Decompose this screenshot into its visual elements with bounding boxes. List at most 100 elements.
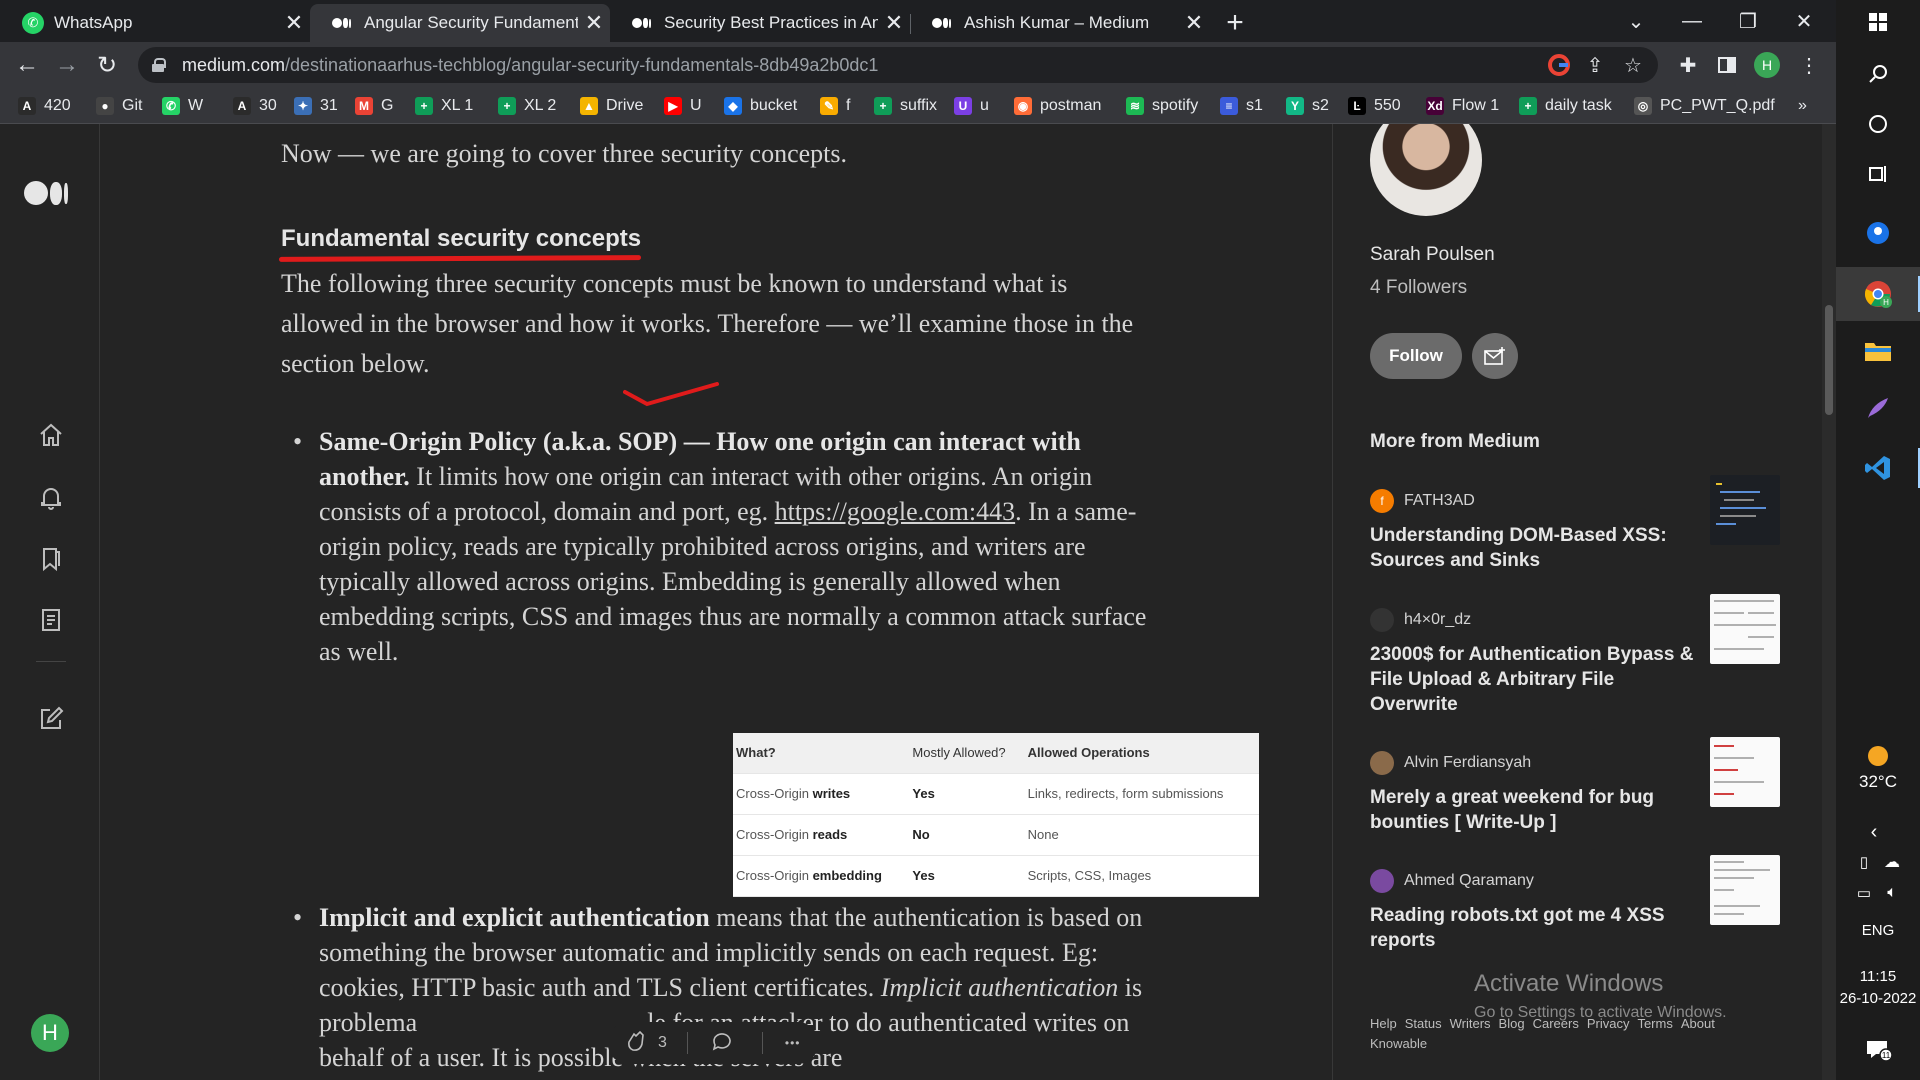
recommendation-item[interactable]: f FATH3AD Understanding DOM-Based XSS: So… (1370, 475, 1780, 573)
profile-avatar[interactable]: H (1752, 50, 1782, 80)
bookmark-item[interactable]: ✎ f (820, 95, 850, 117)
rec-thumbnail[interactable] (1710, 737, 1780, 807)
bookmark-item[interactable]: MG (355, 95, 393, 117)
tab-angular-security[interactable]: Angular Security Fundamentals. T ✕ (310, 4, 610, 42)
bookmark-item[interactable]: ● Git (96, 95, 142, 117)
rec-title[interactable]: Merely a great weekend for bug bounties … (1370, 785, 1700, 835)
rec-author-name[interactable]: Ahmed Qaramany (1404, 872, 1534, 890)
notifications-bell-icon[interactable] (36, 482, 66, 512)
footer-link[interactable]: Help (1370, 1016, 1397, 1031)
footer-link[interactable]: Knowable (1370, 1036, 1427, 1051)
bookmark-item[interactable]: ✦ 31 (294, 95, 338, 117)
back-button[interactable]: ← (10, 48, 44, 82)
bookmark-item[interactable]: ▲ Drive (580, 95, 643, 117)
menu-kebab-icon[interactable]: ⋮ (1794, 50, 1824, 80)
page-scrollbar[interactable] (1822, 124, 1836, 1080)
bookmark-item[interactable]: ≋ spotify (1126, 95, 1198, 117)
share-icon[interactable]: ⇪ (1582, 52, 1608, 78)
rec-thumbnail[interactable] (1710, 475, 1780, 545)
bookmarks-overflow-button[interactable]: » (1798, 95, 1807, 117)
task-view-icon[interactable] (1858, 154, 1898, 194)
windows-start-icon[interactable] (1858, 2, 1898, 42)
search-icon[interactable] (1858, 54, 1898, 94)
volume-icon[interactable]: 🔈︎ (1872, 873, 1912, 913)
chrome-icon[interactable]: H (1858, 274, 1898, 314)
close-icon[interactable]: ✕ (1178, 10, 1210, 36)
rec-author-name[interactable]: h4×0r_dz (1404, 611, 1471, 629)
bookmark-star-icon[interactable]: ☆ (1620, 52, 1646, 78)
bookmark-item[interactable]: A 420 (18, 95, 71, 117)
bookmark-item[interactable]: + XL 1 (415, 95, 473, 117)
notifications-icon[interactable]: 11 (1858, 1030, 1898, 1070)
close-window-button[interactable]: ✕ (1776, 0, 1832, 42)
feather-app-icon[interactable] (1858, 388, 1898, 428)
google-icon[interactable] (1546, 52, 1572, 78)
rec-author-name[interactable]: Alvin Ferdiansyah (1404, 754, 1531, 772)
address-bar[interactable]: medium.com/destinationaarhus-techblog/an… (138, 47, 1658, 83)
more-options-icon[interactable]: ••• (785, 1036, 801, 1050)
bookmark-item[interactable]: Ŀ 550 (1348, 95, 1401, 117)
language-indicator[interactable]: ENG (1836, 922, 1920, 939)
clap-icon[interactable] (622, 1028, 648, 1059)
file-explorer-icon[interactable] (1858, 331, 1898, 371)
google-link[interactable]: https://google.com:443 (775, 497, 1016, 526)
bookmark-item[interactable]: ✆ W (162, 95, 203, 117)
recommendation-item[interactable]: h4×0r_dz 23000$ for Authentication Bypas… (1370, 594, 1780, 717)
rec-thumbnail[interactable] (1710, 594, 1780, 664)
write-icon[interactable] (36, 704, 66, 734)
weather-sun-icon[interactable] (1858, 736, 1898, 776)
clock-time[interactable]: 11:15 (1836, 968, 1920, 985)
vscode-icon[interactable] (1858, 448, 1898, 488)
home-icon[interactable] (36, 420, 66, 450)
footer-link[interactable]: Status (1405, 1016, 1442, 1031)
url-text[interactable]: medium.com/destinationaarhus-techblog/an… (182, 55, 878, 76)
close-icon[interactable]: ✕ (578, 10, 610, 36)
rec-title[interactable]: Reading robots.txt got me 4 XSS reports (1370, 903, 1700, 953)
rec-title[interactable]: 23000$ for Authentication Bypass & File … (1370, 642, 1700, 717)
user-avatar[interactable]: H (31, 1014, 69, 1052)
tab-search-button[interactable]: ⌄ (1608, 0, 1664, 42)
cortana-icon[interactable] (1858, 104, 1898, 144)
reload-button[interactable]: ↻ (90, 48, 124, 82)
lock-icon[interactable] (152, 58, 166, 72)
forward-button[interactable]: → (50, 48, 84, 82)
medium-logo[interactable] (24, 181, 68, 205)
bookmark-item[interactable]: + daily task (1519, 95, 1612, 117)
rec-title[interactable]: Understanding DOM-Based XSS: Sources and… (1370, 523, 1700, 573)
bookmarks-icon[interactable] (36, 544, 66, 574)
bookmark-item[interactable]: ≡ s1 (1220, 95, 1263, 117)
scrollbar-thumb[interactable] (1825, 305, 1833, 415)
recommendation-item[interactable]: Ahmed Qaramany Reading robots.txt got me… (1370, 855, 1780, 953)
tab-security-best-practices[interactable]: Security Best Practices in Angular ✕ (610, 4, 910, 42)
bookmark-item[interactable]: A 30 (233, 95, 277, 117)
followers-count[interactable]: 4 Followers (1370, 277, 1467, 299)
tab-ashish-kumar[interactable]: Ashish Kumar – Medium ✕ (910, 4, 1210, 42)
recommendation-item[interactable]: Alvin Ferdiansyah Merely a great weekend… (1370, 737, 1780, 835)
bookmark-item[interactable]: Xd Flow 1 (1426, 95, 1499, 117)
subscribe-mail-button[interactable] (1472, 333, 1518, 379)
new-tab-button[interactable]: + (1218, 6, 1252, 40)
weather-temp[interactable]: 32°C (1836, 772, 1920, 792)
rec-thumbnail[interactable] (1710, 855, 1780, 925)
bookmark-item[interactable]: + XL 2 (498, 95, 556, 117)
maps-pin-icon[interactable] (1858, 213, 1898, 253)
bookmark-item[interactable]: ▶ U (664, 95, 702, 117)
tab-whatsapp[interactable]: ✆ WhatsApp ✕ (0, 4, 310, 42)
restore-button[interactable]: ❐ (1720, 0, 1776, 42)
close-icon[interactable]: ✕ (878, 10, 910, 36)
close-icon[interactable]: ✕ (278, 10, 310, 36)
minimize-button[interactable]: — (1664, 0, 1720, 42)
bookmark-item[interactable]: + suffix (874, 95, 937, 117)
side-panel-icon[interactable] (1712, 50, 1742, 80)
follow-button[interactable]: Follow (1370, 333, 1462, 379)
extensions-icon[interactable]: ✚ (1673, 50, 1703, 80)
bookmark-item[interactable]: Uu (954, 95, 989, 117)
stories-icon[interactable] (36, 605, 66, 635)
author-avatar[interactable] (1370, 124, 1482, 216)
bookmark-item[interactable]: ◉ postman (1014, 95, 1101, 117)
clock-date[interactable]: 26-10-2022 (1836, 990, 1920, 1007)
comment-icon[interactable] (710, 1029, 734, 1058)
bookmark-item[interactable]: ◎ PC_PWT_Q.pdf (1634, 95, 1775, 117)
rec-author-name[interactable]: FATH3AD (1404, 492, 1475, 510)
bookmark-item[interactable]: Ys2 (1286, 95, 1329, 117)
